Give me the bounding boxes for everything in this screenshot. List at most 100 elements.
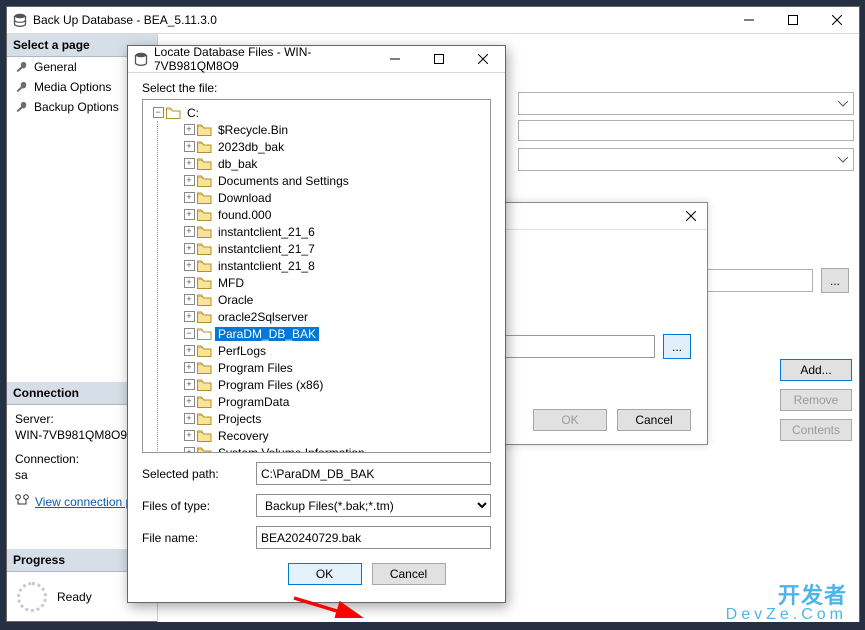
collapse-icon[interactable]: − [151, 107, 165, 118]
tree-node-label: C: [184, 106, 202, 120]
folder-icon [197, 243, 212, 255]
tree-node[interactable]: + PerfLogs [158, 342, 490, 359]
folder-icon [197, 141, 212, 153]
tree-node[interactable]: +db_bak [158, 155, 490, 172]
tree-node[interactable]: + instantclient_21_6 [158, 223, 490, 240]
tree-node-label: Documents and Settings [215, 174, 352, 188]
tree-node[interactable]: +2023db_bak [158, 138, 490, 155]
folder-icon [197, 192, 212, 204]
expand-icon[interactable]: + [182, 396, 196, 407]
tree-node[interactable]: +instantclient_21_7 [158, 240, 490, 257]
files-of-type-label: Files of type: [142, 499, 248, 513]
tree-node-label: PerfLogs [215, 344, 269, 358]
maximize-button[interactable] [417, 46, 461, 72]
remove-button-label: Remove [794, 393, 839, 407]
tree-node-label: ParaDM_DB_BAK [215, 327, 319, 341]
cancel-button[interactable]: Cancel [372, 563, 446, 585]
folder-open-icon [166, 107, 181, 119]
collapse-icon[interactable]: − [182, 328, 196, 339]
tree-node[interactable]: +Download [158, 189, 490, 206]
tree-node-label: System Volume Information [215, 446, 368, 454]
folder-icon [197, 447, 212, 454]
expand-icon[interactable]: + [182, 294, 196, 305]
tree-node[interactable]: +Program Files (x86) [158, 376, 490, 393]
db-combo-3[interactable] [518, 148, 854, 171]
expand-icon[interactable]: + [182, 447, 196, 453]
tree-node[interactable]: +Recovery [158, 427, 490, 444]
remove-button[interactable]: Remove [780, 389, 852, 411]
maximize-button[interactable] [771, 7, 815, 33]
folder-icon [197, 345, 212, 357]
minimize-button[interactable] [727, 7, 771, 33]
expand-icon[interactable]: + [182, 362, 196, 373]
locate-database-files-dialog: Locate Database Files - WIN-7VB981QM8O9 … [127, 45, 506, 603]
file-name-input[interactable] [256, 526, 491, 549]
folder-icon [197, 209, 212, 221]
ok-label: OK [316, 567, 333, 581]
folder-open-icon [197, 328, 212, 340]
expand-icon[interactable]: + [182, 413, 196, 424]
wrench-icon [15, 61, 28, 74]
expand-icon[interactable]: + [182, 226, 196, 237]
expand-icon[interactable]: + [182, 345, 196, 356]
tree-node[interactable]: − ParaDM_DB_BAK [158, 325, 490, 342]
expand-icon[interactable]: + [182, 124, 196, 135]
tree-node[interactable]: +found.000 [158, 206, 490, 223]
tree-node[interactable]: + System Volume Information [158, 444, 490, 453]
expand-icon[interactable]: + [182, 141, 196, 152]
expand-icon[interactable]: + [182, 192, 196, 203]
tree-node-label: instantclient_21_6 [215, 225, 318, 239]
close-button[interactable] [675, 204, 707, 228]
selected-path-input[interactable] [256, 462, 491, 485]
tree-node-label: $Recycle.Bin [215, 123, 291, 137]
ok-label: OK [561, 413, 578, 427]
close-button[interactable] [815, 7, 859, 33]
ok-button[interactable]: OK [533, 409, 607, 431]
close-button[interactable] [461, 46, 505, 72]
tree-node[interactable]: + Oracle [158, 291, 490, 308]
cancel-label: Cancel [635, 413, 672, 427]
expand-icon[interactable]: + [182, 379, 196, 390]
expand-icon[interactable]: + [182, 175, 196, 186]
connection-icon [15, 494, 29, 510]
tree-node[interactable]: + Documents and Settings [158, 172, 490, 189]
tree-node-label: ProgramData [215, 395, 292, 409]
minimize-button[interactable] [373, 46, 417, 72]
database-icon [13, 13, 27, 27]
tree-node[interactable]: +MFD [158, 274, 490, 291]
title-bar: Back Up Database - BEA_5.11.3.0 [7, 7, 859, 34]
tree-node[interactable]: + $Recycle.Bin [158, 121, 490, 138]
expand-icon[interactable]: + [182, 209, 196, 220]
folder-tree[interactable]: −C:+$Recycle.Bin+2023db_bak+db_bak+Docum… [142, 99, 491, 453]
folder-icon [197, 260, 212, 272]
expand-icon[interactable]: + [182, 311, 196, 322]
cancel-label: Cancel [390, 567, 427, 581]
folder-icon [197, 124, 212, 136]
add-button-label: Add... [800, 363, 831, 377]
file-name-label: File name: [142, 531, 248, 545]
cancel-button[interactable]: Cancel [617, 409, 691, 431]
folder-icon [197, 158, 212, 170]
tree-node[interactable]: +Program Files [158, 359, 490, 376]
title-bar: Locate Database Files - WIN-7VB981QM8O9 [128, 46, 505, 73]
ok-button[interactable]: OK [288, 563, 362, 585]
expand-icon[interactable]: + [182, 158, 196, 169]
browse-button[interactable]: ... [663, 334, 691, 359]
browse-button-small[interactable]: ... [821, 268, 849, 293]
tree-node[interactable]: + instantclient_21_8 [158, 257, 490, 274]
db-field-2[interactable] [518, 120, 854, 141]
files-of-type-select[interactable]: Backup Files(*.bak;*.tm) [256, 494, 491, 517]
tree-node-label: instantclient_21_8 [215, 259, 318, 273]
tree-node[interactable]: +oracle2Sqlserver [158, 308, 490, 325]
expand-icon[interactable]: + [182, 277, 196, 288]
expand-icon[interactable]: + [182, 243, 196, 254]
db-combo-1[interactable] [518, 92, 854, 115]
contents-button[interactable]: Contents [780, 419, 852, 441]
tree-root[interactable]: − C: [145, 104, 490, 121]
tree-node[interactable]: +Projects [158, 410, 490, 427]
expand-icon[interactable]: + [182, 430, 196, 441]
tree-node[interactable]: + ProgramData [158, 393, 490, 410]
tree-node-label: Oracle [215, 293, 256, 307]
add-button[interactable]: Add... [780, 359, 852, 381]
expand-icon[interactable]: + [182, 260, 196, 271]
